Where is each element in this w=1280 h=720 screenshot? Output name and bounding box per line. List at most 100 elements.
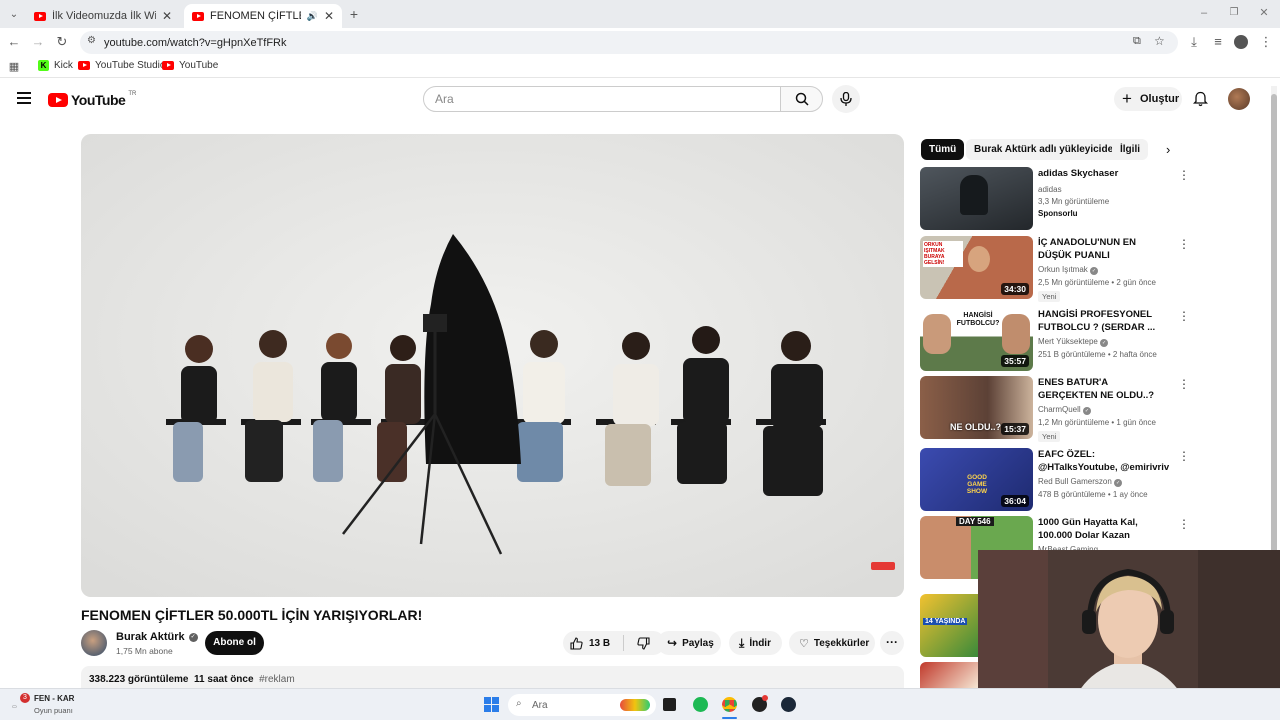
recommendation-title[interactable]: 1000 Gün Hayatta Kal, 100.000 Dolar Kaza… [1038, 516, 1170, 542]
recommendation-menu-icon[interactable]: ⋮ [1178, 238, 1190, 250]
recommendation-menu-icon[interactable]: ⋮ [1178, 450, 1190, 462]
browser-tab-bar: ⌄ İlk Videomuzda İlk Win ! Miram ✕ FENOM… [0, 0, 1280, 28]
recommendation-channel-row[interactable]: Mert Yüksektepe ✓ [1038, 337, 1109, 347]
chip-all[interactable]: Tümü [921, 139, 965, 160]
recommendation-title[interactable]: İÇ ANADOLU'NUN EN DÜŞÜK PUANLI RESTORANT… [1038, 236, 1170, 262]
menu-kebab-icon[interactable]: ⋮ [1258, 34, 1274, 50]
video-thumbnail[interactable]: HANGİSİ FUTBOLCU? 35:57 [920, 308, 1033, 371]
tab-active[interactable]: FENOMEN ÇİFTLER 50.000T 🔊 ✕ [184, 4, 342, 28]
taskbar-search-input[interactable]: ⌕ Ara [508, 694, 656, 716]
recommendation-menu-icon[interactable]: ⋮ [1178, 310, 1190, 322]
voice-search-button[interactable] [832, 85, 860, 113]
recommendation-channel-row[interactable]: Red Bull Gamerszon ✓ [1038, 477, 1123, 487]
search-placeholder: Ara [435, 92, 454, 106]
recommendation-item[interactable]: HANGİSİ FUTBOLCU? 35:57 HANGİSİ PROFESYO… [920, 308, 1190, 372]
download-icon: ⤓ [739, 635, 745, 650]
recommendation-title[interactable]: ENES BATUR'A GERÇEKTEN NE OLDU..? [1038, 376, 1170, 402]
channel-name: Burak Aktürk [116, 631, 185, 643]
steam-icon[interactable] [781, 697, 796, 712]
channel-name-row[interactable]: Burak Aktürk ✓ [116, 631, 198, 643]
tab-inactive[interactable]: İlk Videomuzda İlk Win ! Miram ✕ [26, 4, 180, 28]
close-tab-icon[interactable]: ✕ [324, 9, 334, 23]
video-thumbnail[interactable] [920, 662, 978, 688]
recommendation-channel-row[interactable]: CharmQuell ✓ [1038, 405, 1091, 415]
profile-avatar[interactable] [1234, 35, 1248, 49]
reading-list-icon[interactable]: ≡ [1210, 34, 1226, 50]
chips-next-chevron-icon[interactable]: › [1166, 142, 1170, 157]
bookmark-youtube[interactable]: YouTube [162, 60, 218, 71]
recommendation-channel: Mert Yüksektepe [1038, 337, 1098, 346]
chrome-icon[interactable] [722, 697, 737, 712]
minimize-icon[interactable]: – [1196, 5, 1212, 21]
close-window-icon[interactable]: ✕ [1256, 5, 1272, 21]
video-thumbnail[interactable] [920, 167, 1033, 230]
search-button[interactable] [780, 86, 823, 112]
recommendation-menu-icon[interactable]: ⋮ [1178, 518, 1190, 530]
apps-grid-icon[interactable]: ▦ [6, 59, 22, 75]
app-notification-dot [762, 695, 768, 701]
video-thumbnail[interactable]: ORKUN IŞITMAK BURAYA GELSİN! 34:30 [920, 236, 1033, 299]
thumbnail-caption: NE OLDU..? [950, 422, 1001, 432]
upload-time: 11 saat önce [194, 674, 254, 685]
video-thumbnail[interactable]: NE OLDU..? 15:37 [920, 376, 1033, 439]
recommendation-channel[interactable]: adidas [1038, 185, 1062, 194]
video-player[interactable] [81, 134, 904, 597]
logo-text: YouTube [71, 92, 126, 108]
video-title: FENOMEN ÇİFTLER 50.000TL İÇİN YARIŞIYORL… [81, 607, 423, 623]
recommendation-menu-icon[interactable]: ⋮ [1178, 378, 1190, 390]
user-avatar[interactable] [1228, 88, 1250, 110]
recommendation-item[interactable]: ORKUN IŞITMAK BURAYA GELSİN! 34:30 İÇ AN… [920, 236, 1190, 302]
recommendation-channel-row[interactable]: Orkun Işıtmak ✓ [1038, 265, 1099, 275]
create-button[interactable]: + Oluştur [1114, 87, 1182, 111]
search-input[interactable]: Ara [423, 86, 781, 112]
bookmark-star-icon[interactable]: ☆ [1154, 34, 1165, 48]
download-icon[interactable]: ⤓ [1186, 34, 1202, 50]
cast-icon[interactable]: ⧉ [1133, 35, 1141, 48]
youtube-favicon-icon [192, 11, 204, 21]
bookmark-kick[interactable]: K Kick [38, 60, 73, 71]
hamburger-menu-icon[interactable] [17, 92, 31, 104]
recommendation-menu-icon[interactable]: ⋮ [1178, 169, 1190, 181]
channel-avatar[interactable] [81, 630, 107, 656]
speaker-icon[interactable]: 🔊 [307, 11, 318, 22]
url-input[interactable]: ⚙ youtube.com/watch?v=gHpnXeTfFRk ⧉ ☆ [80, 31, 1178, 54]
chip-related[interactable]: İlgili [1112, 139, 1148, 160]
thanks-button[interactable]: ♡ Teşekkürler [789, 631, 875, 655]
recommendation-item[interactable]: adidas Skychaser adidas 3,3 Mn görüntüle… [920, 167, 1190, 231]
recommendation-title[interactable]: EAFC ÖZEL: @HTalksYoutube, @emirivriv VS… [1038, 448, 1170, 474]
widget-title[interactable]: FEN - KAR [34, 694, 74, 703]
subscribe-button[interactable]: Abone ol [205, 631, 264, 655]
restore-icon[interactable]: ❐ [1226, 5, 1242, 21]
hashtag[interactable]: #reklam [259, 674, 295, 685]
site-info-icon[interactable]: ⚙ [87, 35, 96, 46]
youtube-logo[interactable]: YouTube TR [48, 91, 136, 108]
chip-from-uploader[interactable]: Burak Aktürk adlı yükleyiciden [966, 139, 1128, 160]
widget-subtitle: Oyun puanı [34, 706, 73, 715]
reload-icon[interactable]: ↻ [54, 34, 70, 50]
recommendation-title[interactable]: adidas Skychaser [1038, 167, 1170, 180]
new-tab-icon[interactable]: + [346, 6, 362, 22]
recommendation-item[interactable]: GOOD GAME SHOW 36:04 EAFC ÖZEL: @HTalksY… [920, 448, 1190, 512]
video-thumbnail[interactable]: 14 YAŞINDA [920, 594, 978, 657]
windows-start-icon[interactable] [484, 697, 499, 712]
file-explorer-icon[interactable] [663, 698, 676, 711]
forward-icon[interactable]: → [30, 34, 46, 50]
search-icon [795, 92, 809, 106]
widget-icon[interactable]: ▭ [12, 704, 17, 710]
close-tab-icon[interactable]: ✕ [162, 9, 172, 23]
bookmark-youtube-studio[interactable]: YouTube Studio [78, 60, 165, 71]
video-thumbnail[interactable]: GOOD GAME SHOW 36:04 [920, 448, 1033, 511]
download-button[interactable]: ⤓ İndir [729, 631, 782, 655]
bookmarks-bar: ▦ K Kick YouTube Studio YouTube [0, 56, 1280, 78]
recommendation-item[interactable]: NE OLDU..? 15:37 ENES BATUR'A GERÇEKTEN … [920, 376, 1190, 442]
recommendation-title[interactable]: HANGİSİ PROFESYONEL FUTBOLCU ? (SERDAR .… [1038, 308, 1170, 334]
spotify-icon[interactable] [693, 697, 708, 712]
notifications-bell-icon[interactable] [1193, 91, 1208, 107]
back-icon[interactable]: ← [6, 34, 22, 50]
video-frame-image [81, 134, 904, 597]
like-button[interactable]: 13 B [563, 631, 623, 655]
youtube-favicon-icon [34, 11, 46, 21]
share-button[interactable]: ↪ Paylaş [657, 631, 721, 655]
tab-search-chevron-icon[interactable]: ⌄ [6, 7, 22, 23]
more-actions-icon[interactable]: ··· [880, 631, 904, 655]
